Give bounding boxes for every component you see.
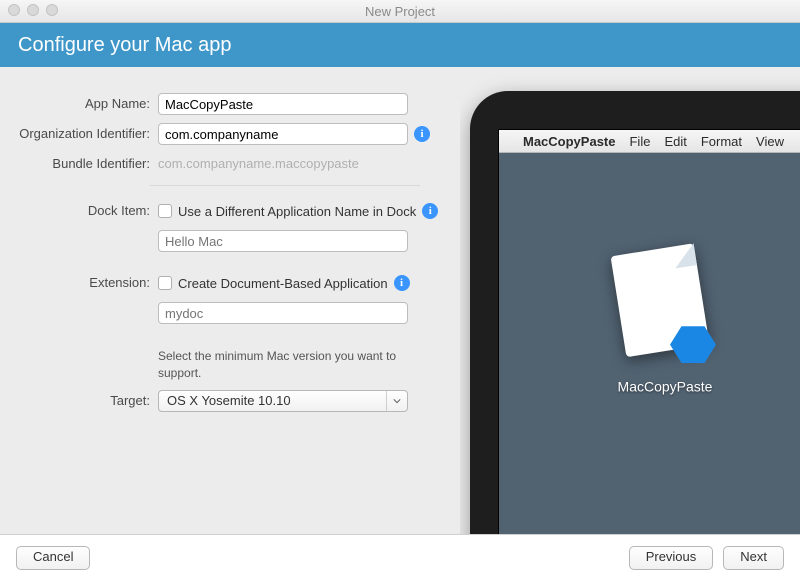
info-icon[interactable]: i bbox=[414, 126, 430, 142]
menubar-item: Format bbox=[701, 134, 742, 149]
preview-app-label: MacCopyPaste bbox=[610, 379, 720, 395]
preview-pane: MacCopyPaste File Edit Format View MacCo… bbox=[460, 67, 800, 534]
target-select[interactable]: OS X Yosemite 10.10 bbox=[158, 390, 408, 412]
mac-menubar: MacCopyPaste File Edit Format View bbox=[499, 130, 800, 153]
chevron-down-icon bbox=[386, 391, 407, 411]
wizard-footer: Cancel Previous Next bbox=[0, 534, 800, 579]
extension-checkbox-label: Create Document-Based Application bbox=[178, 276, 388, 291]
banner-title: Configure your Mac app bbox=[18, 34, 231, 57]
dock-item-checkbox[interactable] bbox=[158, 204, 172, 218]
device-frame: MacCopyPaste File Edit Format View MacCo… bbox=[470, 91, 800, 534]
close-icon[interactable] bbox=[8, 4, 20, 16]
target-select-value: OS X Yosemite 10.10 bbox=[159, 391, 386, 411]
target-help-text: Select the minimum Mac version you want … bbox=[158, 348, 418, 382]
next-button[interactable]: Next bbox=[723, 546, 784, 570]
menubar-item: View bbox=[756, 134, 784, 149]
minimize-icon[interactable] bbox=[27, 4, 39, 16]
info-icon[interactable]: i bbox=[394, 275, 410, 291]
bundle-id-value: com.companyname.maccopypaste bbox=[158, 153, 359, 175]
org-id-input[interactable] bbox=[158, 123, 408, 145]
menubar-app-name: MacCopyPaste bbox=[523, 134, 615, 149]
target-label: Target: bbox=[0, 390, 158, 412]
previous-button[interactable]: Previous bbox=[629, 546, 714, 570]
traffic-lights bbox=[8, 4, 58, 16]
app-name-label: App Name: bbox=[0, 93, 158, 115]
org-id-label: Organization Identifier: bbox=[0, 123, 158, 145]
menubar-item: File bbox=[629, 134, 650, 149]
extension-input bbox=[158, 302, 408, 324]
extension-label: Extension: bbox=[0, 272, 158, 294]
cancel-button[interactable]: Cancel bbox=[16, 546, 90, 570]
dock-item-checkbox-label: Use a Different Application Name in Dock bbox=[178, 204, 416, 219]
zoom-icon[interactable] bbox=[46, 4, 58, 16]
dock-item-input bbox=[158, 230, 408, 252]
menubar-item: Edit bbox=[664, 134, 686, 149]
dock-item-label: Dock Item: bbox=[0, 200, 158, 222]
window-title: New Project bbox=[0, 4, 800, 19]
app-name-input[interactable] bbox=[158, 93, 408, 115]
divider bbox=[150, 185, 420, 186]
configure-form: App Name: Organization Identifier: i Bun… bbox=[0, 67, 460, 534]
wizard-banner: Configure your Mac app bbox=[0, 23, 800, 67]
bundle-id-label: Bundle Identifier: bbox=[0, 153, 158, 175]
app-icon-preview: MacCopyPaste bbox=[610, 250, 720, 395]
titlebar: New Project bbox=[0, 0, 800, 23]
device-screen: MacCopyPaste File Edit Format View MacCo… bbox=[498, 129, 800, 534]
document-icon bbox=[610, 250, 720, 365]
info-icon[interactable]: i bbox=[422, 203, 438, 219]
extension-checkbox[interactable] bbox=[158, 276, 172, 290]
